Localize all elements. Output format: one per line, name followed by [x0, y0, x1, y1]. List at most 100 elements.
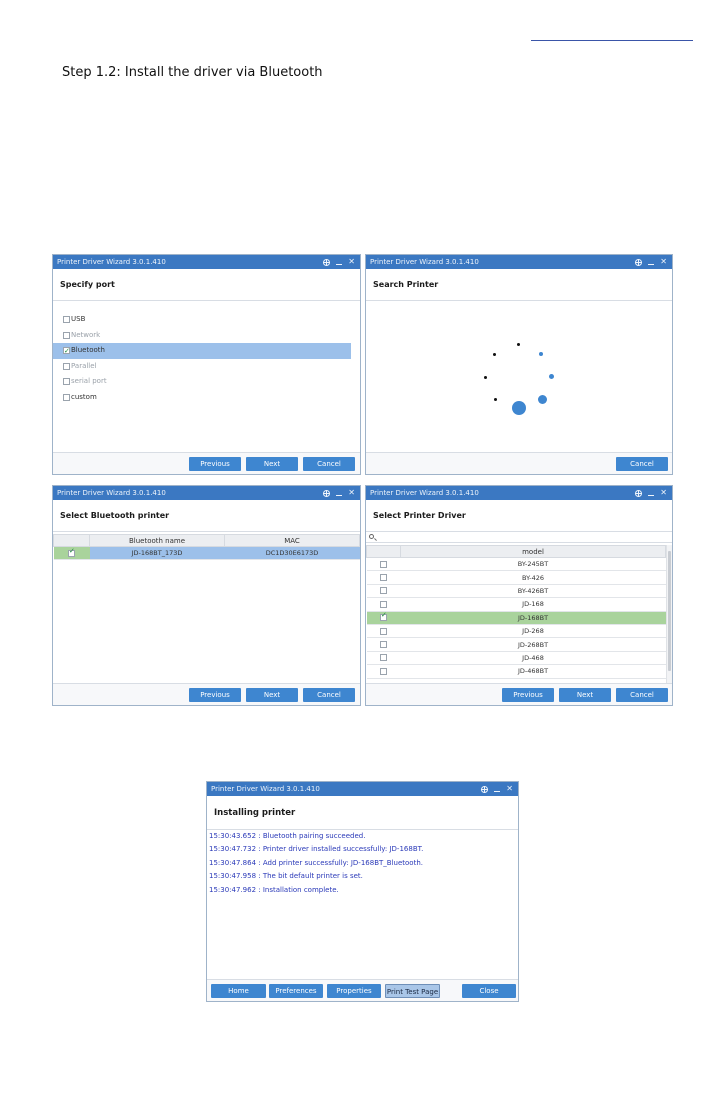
close-button[interactable]: Close — [462, 984, 516, 998]
table-row[interactable]: JD-268 — [366, 624, 666, 639]
spinner-dot — [539, 352, 543, 356]
globe-icon[interactable] — [481, 785, 489, 793]
previous-button[interactable]: Previous — [189, 457, 241, 471]
log-line: 15:30:47.732 : Printer driver installed … — [209, 845, 424, 854]
installing-window: Printer Driver Wizard 3.0.1.410 ✕ Instal… — [206, 781, 519, 1002]
title-bar: Printer Driver Wizard 3.0.1.410 ✕ — [53, 486, 360, 500]
bluetooth-name-cell: JD-168BT_173D — [89, 546, 225, 561]
close-icon[interactable]: ✕ — [506, 782, 513, 796]
previous-button[interactable]: Previous — [502, 688, 554, 702]
row-check-cell[interactable] — [366, 651, 401, 666]
row-check-cell[interactable] — [366, 611, 401, 625]
checkbox[interactable] — [380, 587, 387, 595]
table-row[interactable]: BY-245BT — [366, 557, 666, 572]
log-line: 15:30:43.652 : Bluetooth pairing succeed… — [209, 832, 366, 840]
globe-icon[interactable] — [323, 258, 331, 266]
globe-icon[interactable] — [635, 258, 643, 266]
minimize-icon[interactable] — [494, 790, 501, 792]
checkbox[interactable] — [380, 560, 387, 568]
model-scrollbar[interactable] — [666, 545, 672, 684]
minimize-icon[interactable] — [336, 494, 343, 496]
row-check-cell[interactable] — [366, 637, 401, 652]
table-row[interactable]: BY-426 — [366, 570, 666, 585]
specify-port-window: Printer Driver Wizard 3.0.1.410 ✕ Specif… — [52, 254, 361, 475]
preferences-button[interactable]: Preferences — [269, 984, 323, 998]
close-icon[interactable]: ✕ — [660, 486, 667, 500]
next-button[interactable]: Next — [559, 688, 611, 702]
row-check-cell[interactable] — [366, 557, 401, 572]
previous-button[interactable]: Previous — [189, 688, 241, 702]
select-driver-window: Printer Driver Wizard 3.0.1.410 ✕ Select… — [365, 485, 673, 706]
top-rule — [531, 40, 693, 41]
checkbox[interactable] — [380, 627, 387, 635]
table-row[interactable]: JD-468 — [366, 651, 666, 666]
mac-cell: DC1D30E6173D — [224, 546, 360, 561]
cancel-button[interactable]: Cancel — [303, 688, 355, 702]
spinner-dot — [538, 395, 547, 404]
close-icon[interactable]: ✕ — [348, 255, 355, 269]
scroll-thumb[interactable] — [668, 551, 671, 671]
port-label: Parallel — [71, 361, 97, 370]
step-heading: Step 1.2: Install the driver via Bluetoo… — [62, 65, 323, 80]
table-row[interactable]: BY-426BT — [366, 584, 666, 599]
log-line: 15:30:47.958 : The bit default printer i… — [209, 872, 363, 881]
row-check-cell[interactable] — [366, 664, 401, 679]
close-icon[interactable]: ✕ — [348, 486, 355, 500]
table-row[interactable]: JD-268BT — [366, 637, 666, 652]
row-check-cell[interactable] — [53, 546, 90, 561]
cancel-button[interactable]: Cancel — [616, 688, 668, 702]
checkbox[interactable] — [380, 667, 387, 675]
log-line: 15:30:47.864 : Add printer successfully:… — [209, 858, 423, 867]
row-check-cell[interactable] — [366, 570, 401, 585]
table-row[interactable]: JD-168 — [366, 597, 666, 612]
spinner-dot — [549, 374, 554, 379]
checkbox[interactable] — [380, 641, 387, 649]
spinner-dot — [493, 353, 496, 356]
port-label: USB — [71, 315, 86, 323]
home-button[interactable]: Home — [211, 984, 266, 998]
next-button[interactable]: Next — [246, 688, 298, 702]
row-check-cell[interactable] — [366, 584, 401, 599]
port-option-bluetooth[interactable]: Bluetooth — [53, 343, 351, 360]
spinner-dot — [512, 401, 526, 415]
port-option-custom[interactable]: custom — [53, 390, 351, 406]
checkbox[interactable] — [63, 316, 70, 323]
checkbox[interactable] — [380, 611, 387, 622]
row-check-cell[interactable] — [366, 624, 401, 639]
table-row[interactable]: JD-468BT — [366, 664, 666, 679]
install-footer: Home Preferences Properties Print Test P… — [207, 979, 518, 1001]
cancel-button[interactable]: Cancel — [616, 457, 668, 471]
port-option-usb[interactable]: USB — [53, 312, 351, 328]
model-name-cell: BY-426BT — [400, 584, 666, 599]
panel-heading: Select Bluetooth printer — [53, 500, 360, 532]
checkbox[interactable] — [380, 574, 387, 582]
checkbox[interactable] — [380, 600, 387, 608]
table-row[interactable]: JD-168BT — [366, 611, 666, 625]
title-bar: Printer Driver Wizard 3.0.1.410 ✕ — [366, 255, 672, 269]
search-printer-window: Printer Driver Wizard 3.0.1.410 ✕ Search… — [365, 254, 673, 475]
table-row[interactable]: JD-168BT_173D DC1D30E6173D — [53, 546, 360, 561]
properties-button[interactable]: Properties — [327, 984, 381, 998]
row-check-cell[interactable] — [366, 597, 401, 612]
globe-icon[interactable] — [323, 489, 331, 497]
model-name-cell: JD-168BT — [400, 611, 666, 625]
checkbox[interactable] — [63, 393, 70, 401]
close-icon[interactable]: ✕ — [660, 255, 667, 269]
minimize-icon[interactable] — [336, 263, 343, 265]
panel-heading: Select Printer Driver — [366, 500, 672, 532]
model-search-input[interactable] — [366, 532, 672, 543]
checkbox[interactable] — [63, 344, 70, 360]
checkbox[interactable] — [380, 654, 387, 662]
model-name-cell: BY-426 — [400, 570, 666, 585]
next-button[interactable]: Next — [246, 457, 298, 471]
model-name-cell: JD-268BT — [400, 637, 666, 652]
checkbox[interactable] — [68, 547, 75, 557]
minimize-icon[interactable] — [648, 494, 655, 496]
window-title: Printer Driver Wizard 3.0.1.410 — [370, 258, 479, 266]
print-test-page-button[interactable]: Print Test Page — [385, 984, 440, 998]
minimize-icon[interactable] — [648, 263, 655, 265]
globe-icon[interactable] — [635, 489, 643, 497]
spinner-dot — [494, 398, 497, 401]
cancel-button[interactable]: Cancel — [303, 457, 355, 471]
model-table-wrap: model BY-245BTBY-426BY-426BTJD-168JD-168… — [366, 545, 666, 679]
